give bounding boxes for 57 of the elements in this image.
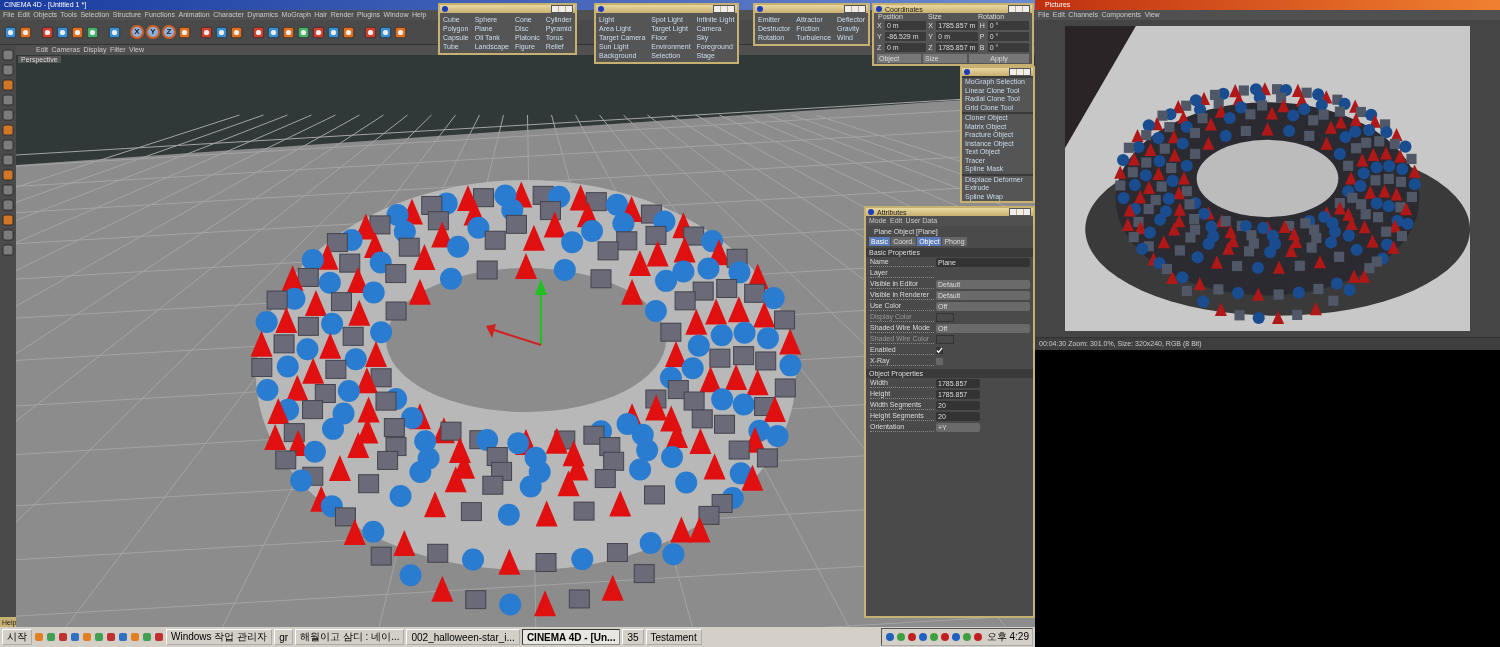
window-controls[interactable] bbox=[1008, 5, 1030, 13]
tool-icon[interactable] bbox=[327, 25, 340, 39]
tray-icon[interactable] bbox=[906, 632, 917, 642]
window-controls[interactable] bbox=[1009, 68, 1031, 76]
axis-gizmo-drawing bbox=[486, 279, 547, 346]
tool-icon[interactable] bbox=[56, 25, 69, 39]
sphere-icon bbox=[442, 6, 448, 12]
sphere-icon bbox=[876, 6, 882, 12]
start-button[interactable]: 시작 bbox=[2, 629, 32, 645]
tool-icon[interactable] bbox=[200, 25, 213, 39]
tool-icon[interactable] bbox=[342, 25, 355, 39]
taskbar-button[interactable]: Windows 작업 관리자 bbox=[166, 629, 273, 645]
sphere-icon bbox=[964, 69, 970, 75]
tool-icon[interactable] bbox=[71, 25, 84, 39]
taskbar-button[interactable]: gr bbox=[274, 629, 294, 645]
tool-icon[interactable] bbox=[108, 25, 121, 39]
taskbar-button[interactable]: 해월이고 삼디 : 네이... bbox=[295, 629, 405, 645]
tool-icon[interactable] bbox=[394, 25, 407, 39]
tool-icon[interactable] bbox=[215, 25, 228, 39]
window-controls[interactable] bbox=[844, 5, 867, 13]
tray-icon[interactable] bbox=[950, 632, 961, 642]
tool-icon[interactable] bbox=[178, 25, 191, 39]
axis-toggle-button[interactable]: Z bbox=[162, 25, 176, 39]
sphere-icon bbox=[868, 209, 874, 215]
tray-icon[interactable] bbox=[917, 632, 928, 642]
sphere-icon bbox=[757, 6, 763, 12]
axis-toggle-button[interactable]: Y bbox=[146, 25, 160, 39]
tool-icon[interactable] bbox=[252, 25, 265, 39]
taskbar-button[interactable]: CINEMA 4D - [Un... bbox=[521, 629, 621, 645]
tray-icon[interactable] bbox=[895, 632, 906, 642]
window-controls[interactable] bbox=[550, 5, 573, 13]
tool-icon[interactable] bbox=[41, 25, 54, 39]
clock: 오후 4:29 bbox=[986, 630, 1029, 644]
tray-icon[interactable] bbox=[972, 632, 983, 642]
taskbar-button[interactable]: 002_halloween-star_i... bbox=[406, 629, 520, 645]
axis-toggle-button[interactable]: X bbox=[130, 25, 144, 39]
taskbar-button[interactable]: Testament bbox=[645, 629, 702, 645]
taskbar-button[interactable]: 35 bbox=[622, 629, 644, 645]
tool-icon[interactable] bbox=[19, 25, 32, 39]
window-controls[interactable] bbox=[1009, 208, 1031, 216]
tool-icon[interactable] bbox=[364, 25, 377, 39]
tool-icon[interactable] bbox=[312, 25, 325, 39]
tray-icon[interactable] bbox=[928, 632, 939, 642]
checkbox[interactable] bbox=[936, 358, 943, 365]
tray-icon[interactable] bbox=[961, 632, 972, 642]
tool-icon[interactable] bbox=[4, 25, 17, 39]
tray-icon[interactable] bbox=[884, 632, 895, 642]
tool-icon[interactable] bbox=[267, 25, 280, 39]
sphere-icon bbox=[598, 6, 604, 12]
window-controls[interactable] bbox=[713, 5, 736, 13]
tool-icon[interactable] bbox=[282, 25, 295, 39]
tool-icon[interactable] bbox=[297, 25, 310, 39]
tool-icon[interactable] bbox=[230, 25, 243, 39]
tool-icon[interactable] bbox=[86, 25, 99, 39]
tool-icon[interactable] bbox=[379, 25, 392, 39]
checkbox[interactable] bbox=[936, 347, 943, 354]
tray-icon[interactable] bbox=[939, 632, 950, 642]
